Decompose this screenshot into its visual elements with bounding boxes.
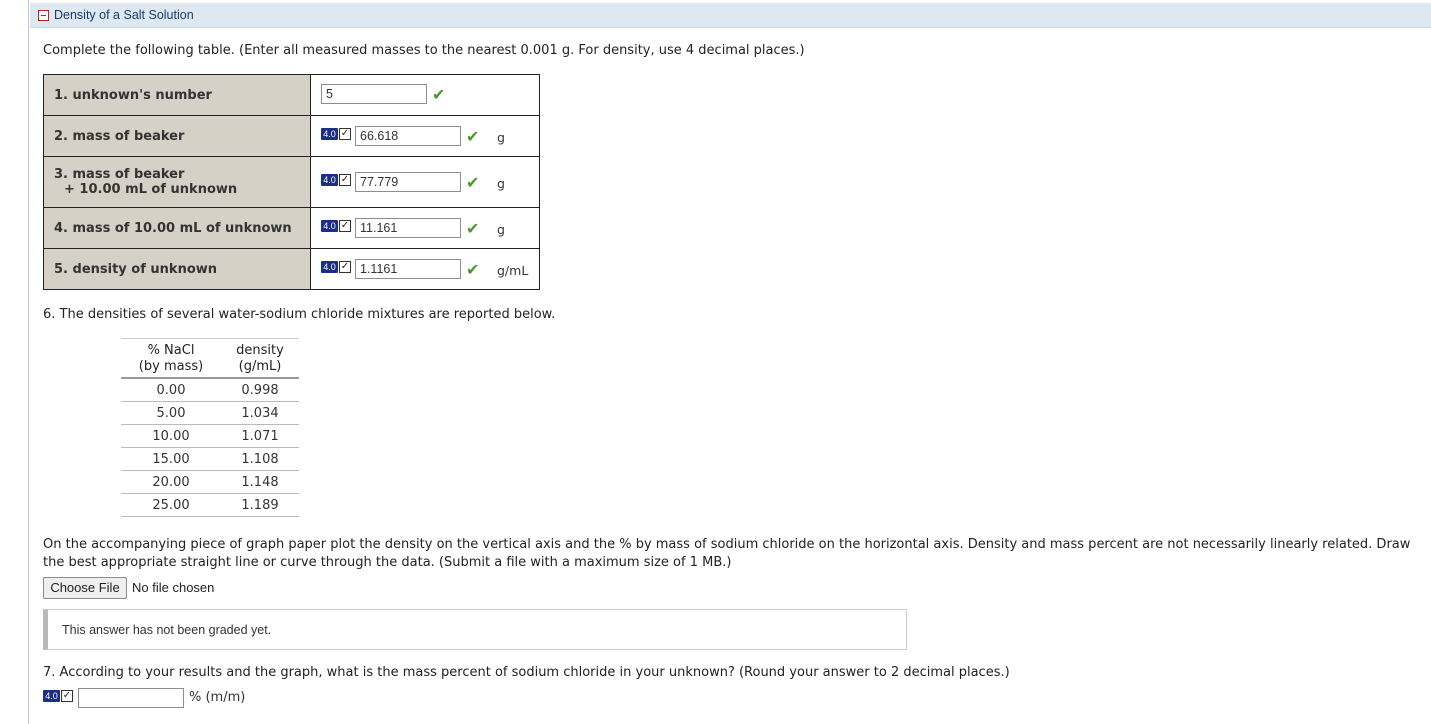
header-density-line1: density [236, 343, 284, 358]
question-7-text: 7. According to your results and the gra… [43, 665, 1010, 680]
table-row: 10.00 1.071 [121, 424, 299, 448]
points-badge: 4.0 [321, 220, 338, 232]
table-row: 1. unknown's number ✔ [43, 74, 540, 116]
correct-check-icon: ✔ [432, 85, 446, 104]
density-cell: 1.189 [221, 493, 299, 517]
nacl-cell: 20.00 [121, 470, 221, 494]
section-title: Density of a Salt Solution [54, 8, 194, 22]
nacl-cell: 25.00 [121, 493, 221, 517]
table-row: 4. mass of 10.00 mL of unknown 4.0 ✓ ✔ g [43, 207, 540, 249]
checkbox-icon: ✓ [339, 128, 351, 140]
checkbox-icon: ✓ [61, 690, 73, 702]
mass-unknown-input[interactable] [355, 218, 461, 238]
table-row: 5. density of unknown 4.0 ✓ ✔ g/mL [43, 248, 540, 290]
mass-beaker-unknown-input[interactable] [355, 172, 461, 192]
density-cell: 0.998 [221, 378, 299, 402]
table-row: 3. mass of beaker + 10.00 mL of unknown … [43, 156, 540, 208]
table-row: 20.00 1.148 [121, 470, 299, 494]
row-label: 5. density of unknown [43, 248, 311, 290]
instructions: Complete the following table. (Enter all… [43, 43, 805, 58]
unit-label: g/mL [497, 263, 529, 278]
density-cell: 1.034 [221, 401, 299, 425]
nacl-cell: 0.00 [121, 378, 221, 402]
table-row: 15.00 1.108 [121, 447, 299, 471]
density-table: % NaCl (by mass) density (g/mL) 0.00 0.99… [121, 338, 299, 517]
table-row: 5.00 1.034 [121, 401, 299, 425]
grade-status-box: This answer has not been graded yet. [43, 609, 907, 650]
graph-instructions: On the accompanying piece of graph paper… [43, 537, 1411, 570]
left-border [28, 0, 29, 724]
results-table: 1. unknown's number ✔ 2. mass of beaker … [43, 74, 540, 290]
points-badge: 4.0 [321, 174, 338, 186]
row-label-line2: + 10.00 mL of unknown [64, 182, 238, 197]
correct-check-icon: ✔ [466, 127, 480, 146]
correct-check-icon: ✔ [466, 173, 480, 192]
collapse-icon[interactable] [38, 10, 49, 21]
table-row: 0.00 0.998 [121, 378, 299, 402]
header-density-line2: (g/mL) [238, 359, 282, 374]
choose-file-button[interactable]: Choose File [43, 577, 127, 599]
checkbox-icon: ✓ [339, 220, 351, 232]
header-nacl-line1: % NaCl [147, 343, 195, 358]
checkbox-icon: ✓ [339, 261, 351, 273]
header-nacl-line2: (by mass) [138, 359, 204, 374]
mass-beaker-input[interactable] [355, 126, 461, 146]
correct-check-icon: ✔ [466, 219, 480, 238]
row-label-line1: 3. mass of beaker [54, 167, 185, 182]
points-badge: 4.0 [43, 690, 60, 702]
nacl-cell: 15.00 [121, 447, 221, 471]
header-density: density (g/mL) [221, 338, 299, 379]
unit-label: g [497, 222, 505, 237]
mass-percent-input[interactable] [78, 688, 184, 708]
density-cell: 1.071 [221, 424, 299, 448]
row-label: 4. mass of 10.00 mL of unknown [43, 207, 311, 249]
unit-label: g [497, 130, 505, 145]
header-nacl: % NaCl (by mass) [121, 338, 221, 379]
points-badge: 4.0 [321, 128, 338, 140]
nacl-cell: 10.00 [121, 424, 221, 448]
row-label: 2. mass of beaker [43, 115, 311, 157]
points-badge: 4.0 [321, 261, 338, 273]
unit-label: % (m/m) [189, 690, 246, 705]
row-label: 1. unknown's number [43, 74, 311, 116]
section-header: Density of a Salt Solution [30, 3, 1431, 28]
grade-status-text: This answer has not been graded yet. [62, 623, 272, 637]
correct-check-icon: ✔ [466, 260, 480, 279]
density-cell: 1.148 [221, 470, 299, 494]
unit-label: g [497, 176, 505, 191]
table-row: 2. mass of beaker 4.0 ✓ ✔ g [43, 115, 540, 157]
unknown-number-input[interactable] [321, 84, 427, 104]
density-input[interactable] [355, 259, 461, 279]
question-7-answer-row: 4.0 ✓ % (m/m) [43, 688, 443, 710]
density-table-header: % NaCl (by mass) density (g/mL) [121, 338, 299, 379]
row-label: 3. mass of beaker + 10.00 mL of unknown [43, 156, 311, 208]
checkbox-icon: ✓ [339, 174, 351, 186]
file-status: No file chosen [132, 580, 215, 595]
question-6-text: 6. The densities of several water-sodium… [43, 307, 556, 322]
nacl-cell: 5.00 [121, 401, 221, 425]
table-row: 25.00 1.189 [121, 493, 299, 517]
density-cell: 1.108 [221, 447, 299, 471]
